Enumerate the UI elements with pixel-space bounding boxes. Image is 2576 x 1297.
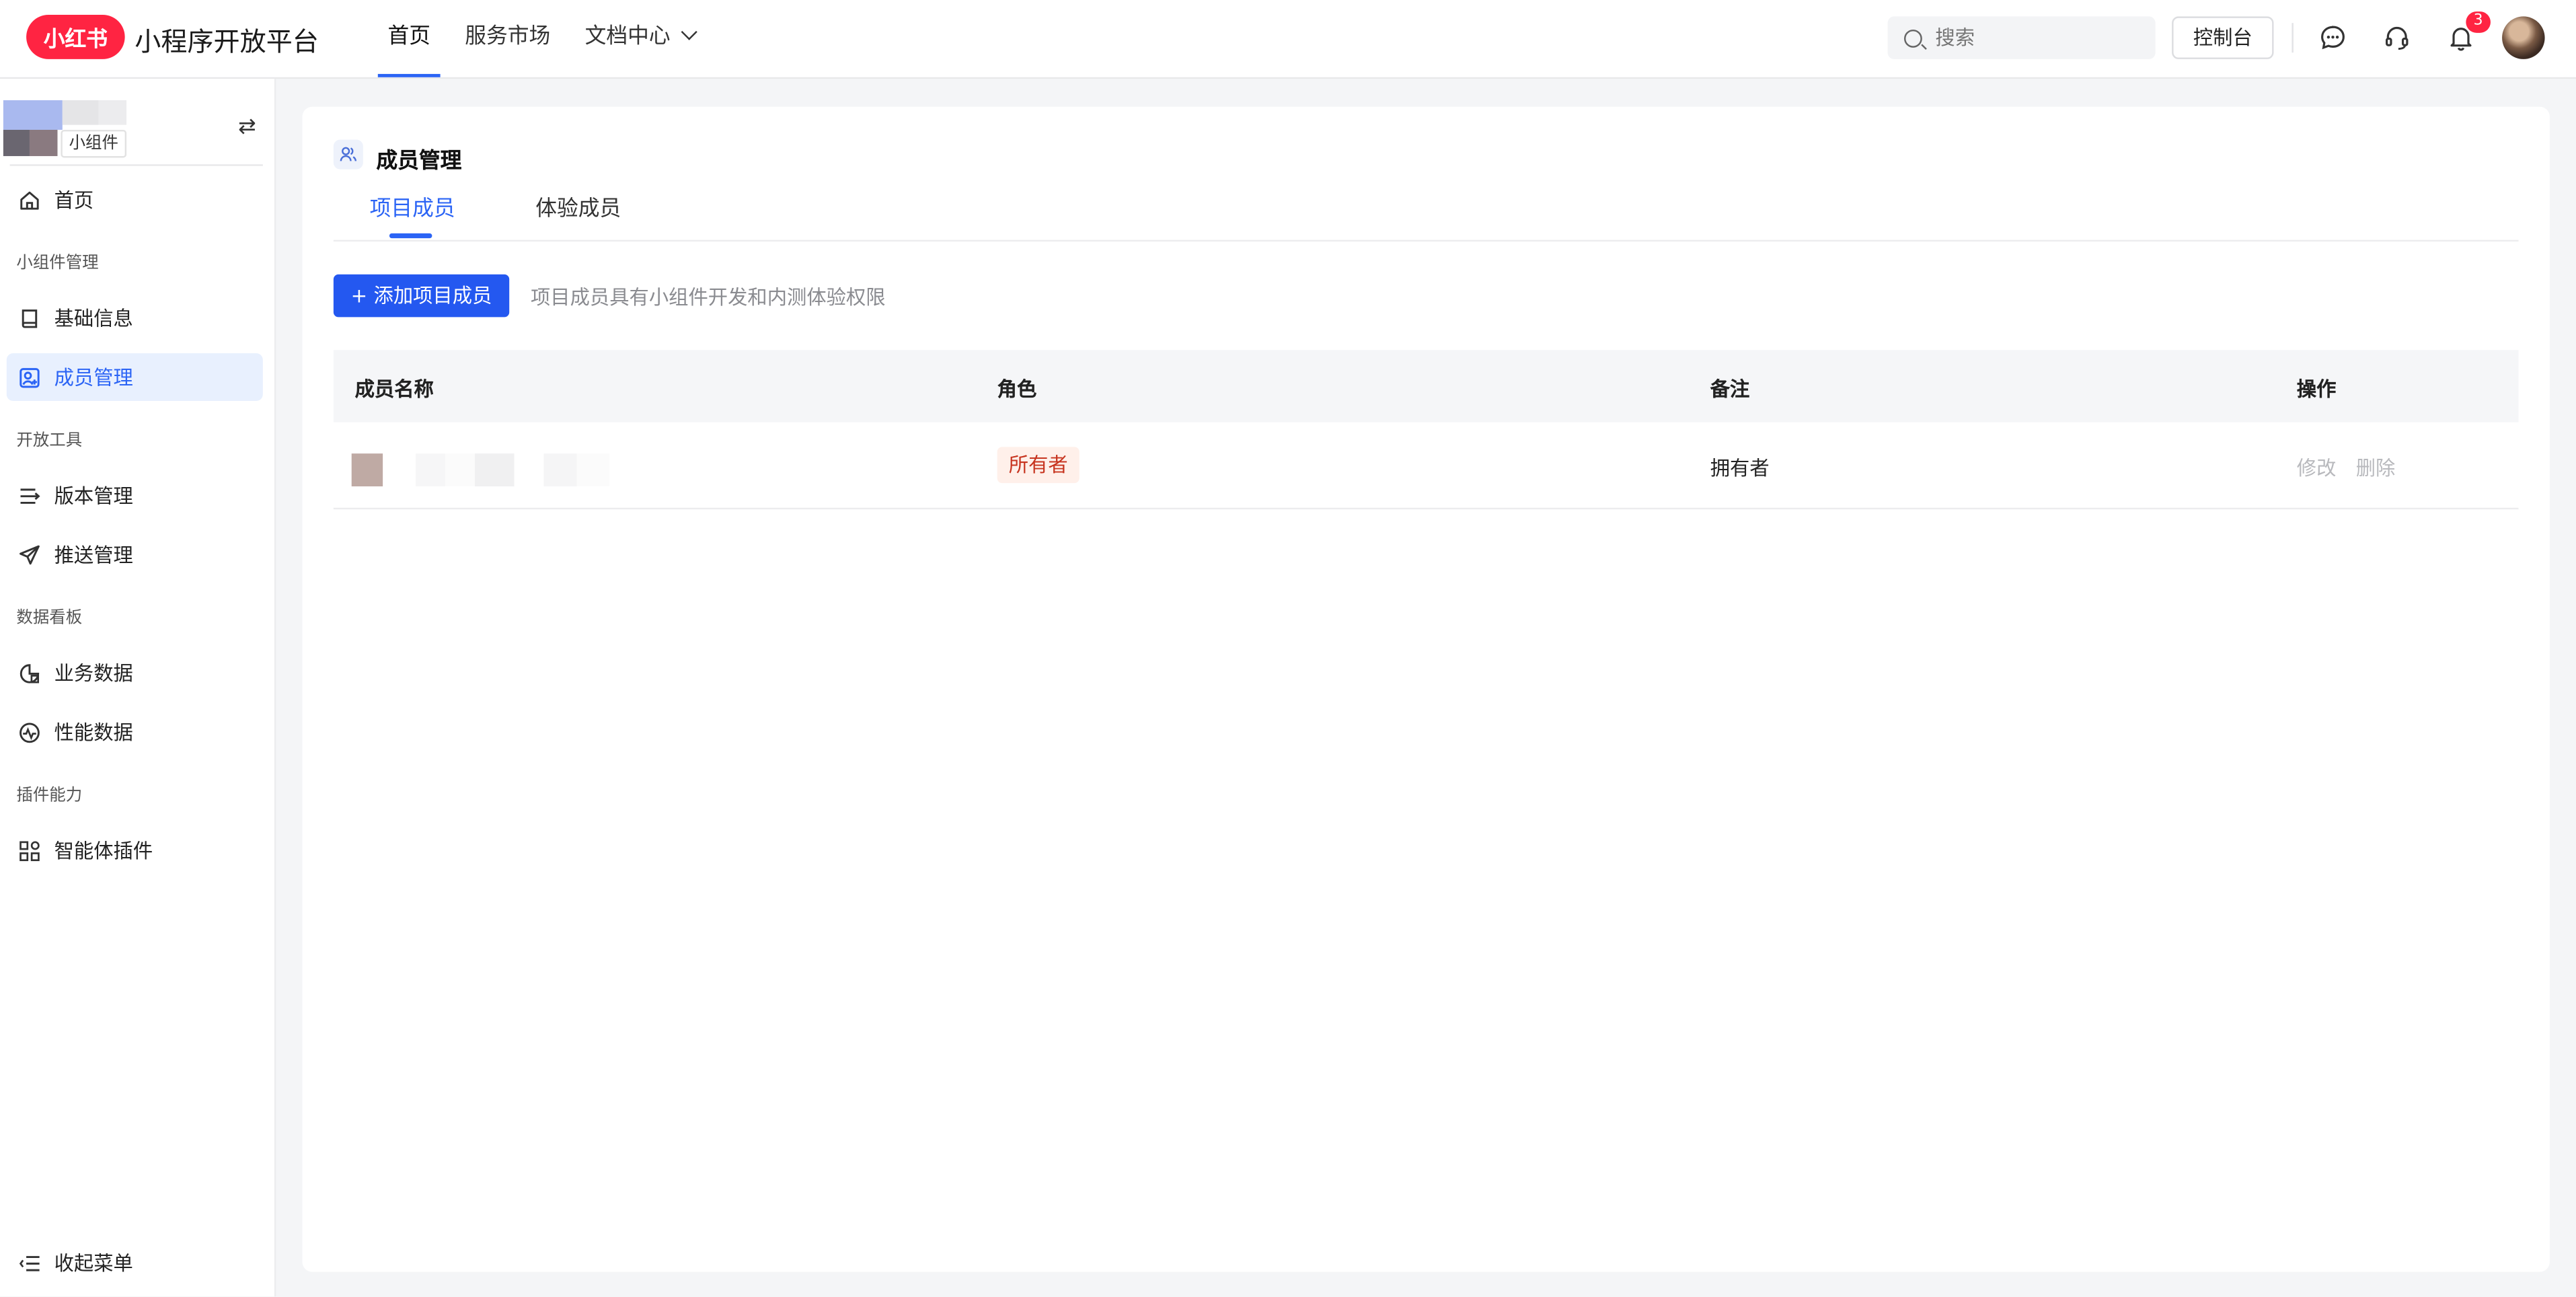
nav-docs[interactable]: 文档中心: [575, 0, 705, 77]
member-tabs: 项目成员 体验成员: [333, 179, 2519, 242]
role-owner-tag: 所有者: [997, 447, 1079, 484]
sidebar-item-push-management[interactable]: 推送管理: [7, 531, 263, 579]
column-actions: 操作: [2296, 377, 2337, 401]
sidebar-group-tools: 开放工具: [16, 432, 83, 451]
sidebar-item-basic-info[interactable]: 基础信息: [7, 294, 263, 342]
user-avatar[interactable]: [2502, 16, 2545, 59]
tab-project-members[interactable]: 项目成员: [370, 190, 455, 222]
sidebar-item-business-data[interactable]: 业务数据: [7, 649, 263, 697]
pulse-icon: [18, 720, 41, 743]
search-box[interactable]: [1887, 16, 2156, 59]
sidebar-group-widget: 小组件管理: [16, 254, 99, 273]
member-name-redacted: [415, 453, 515, 487]
tab-trial-members[interactable]: 体验成员: [535, 190, 621, 222]
notification-badge: 3: [2466, 11, 2491, 33]
sidebar-item-agent-plugin[interactable]: 智能体插件: [7, 827, 263, 875]
sidebar-group-data: 数据看板: [16, 609, 83, 628]
top-bar: 小红书 小程序开放平台 首页 服务市场 文档中心 控制台 3: [0, 0, 2576, 79]
home-icon: [18, 188, 41, 211]
member-icon: [18, 365, 41, 388]
sidebar-item-home[interactable]: 首页: [7, 176, 263, 223]
member-avatar: [351, 453, 383, 487]
sidebar-collapse-button[interactable]: 收起菜单: [7, 1239, 263, 1287]
members-icon: [333, 139, 363, 170]
app-type-tag: 小组件: [61, 129, 127, 158]
column-note: 备注: [1710, 377, 1750, 401]
send-icon: [18, 543, 41, 566]
search-icon: [1903, 28, 1922, 47]
top-nav: 首页 服务市场 文档中心: [377, 0, 720, 77]
book-icon: [18, 307, 41, 330]
sidebar-item-member-management[interactable]: 成员管理: [6, 353, 263, 401]
member-id-redacted: [543, 453, 610, 487]
member-note: 拥有者: [1710, 457, 1770, 480]
add-project-member-button[interactable]: + 添加项目成员: [333, 274, 510, 318]
console-button[interactable]: 控制台: [2172, 16, 2274, 59]
grid-icon: [18, 839, 41, 862]
collapse-menu-icon: [18, 1251, 41, 1274]
sidebar-item-performance-data[interactable]: 性能数据: [7, 708, 263, 756]
delete-member-link[interactable]: 删除: [2356, 453, 2396, 482]
sidebar-divider: [9, 164, 263, 166]
sidebar: 小组件 ⇄ 首页 小组件管理 基础信息 成员管理 开放工具 版本管理 推送管理 …: [0, 79, 276, 1297]
chevron-down-icon: [681, 24, 697, 40]
version-list-icon: [18, 484, 41, 507]
headset-icon[interactable]: [2380, 22, 2413, 54]
table-header: 成员名称 角色 备注 操作: [333, 350, 2519, 422]
sidebar-group-plugins: 插件能力: [16, 787, 83, 805]
xiaohongshu-logo[interactable]: 小红书: [26, 14, 125, 59]
column-member-name: 成员名称: [354, 377, 434, 401]
switch-app-icon[interactable]: ⇄: [238, 115, 256, 140]
platform-title[interactable]: 小程序开放平台: [135, 20, 319, 59]
edit-member-link[interactable]: 修改: [2297, 453, 2337, 482]
page-title: 成员管理: [376, 149, 462, 174]
sidebar-item-version-management[interactable]: 版本管理: [7, 472, 263, 519]
main-panel: 成员管理 项目成员 体验成员 + 添加项目成员 项目成员具有小组件开发和内测体验…: [302, 106, 2550, 1272]
divider: [2291, 23, 2294, 53]
nav-service-market[interactable]: 服务市场: [455, 0, 560, 77]
column-role: 角色: [997, 377, 1037, 401]
pie-chart-icon: [18, 661, 41, 684]
permission-hint: 项目成员具有小组件开发和内测体验权限: [530, 286, 886, 309]
search-input[interactable]: [1932, 24, 2136, 51]
message-icon[interactable]: [2316, 22, 2349, 54]
active-tab-indicator: [389, 233, 432, 239]
table-row: 所有者 拥有者 修改 删除: [333, 422, 2519, 510]
nav-home[interactable]: 首页: [377, 0, 441, 77]
